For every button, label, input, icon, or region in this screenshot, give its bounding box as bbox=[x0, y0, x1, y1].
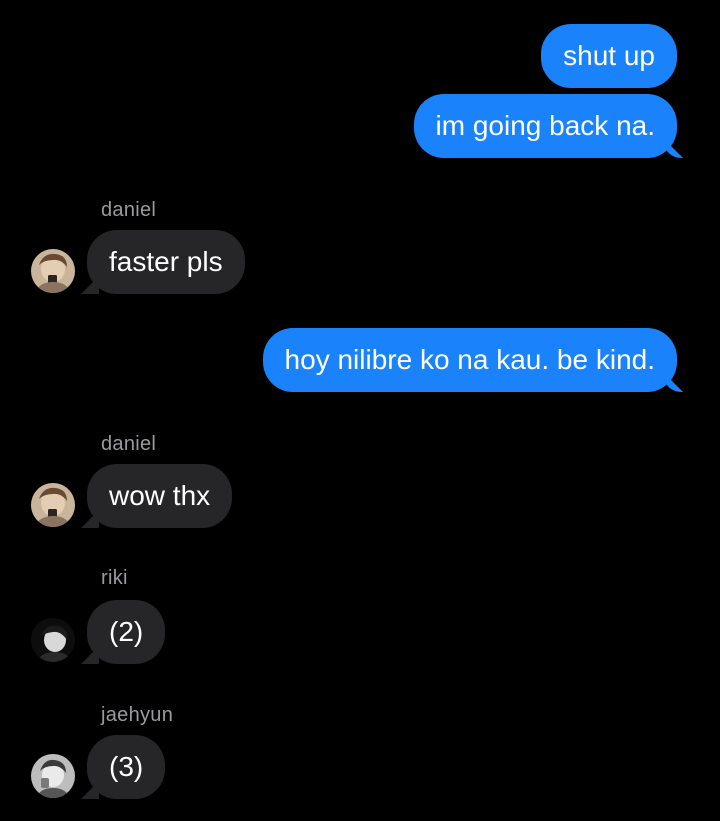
incoming-message-bubble[interactable]: faster pls bbox=[87, 230, 245, 294]
message-thread: shut up im going back na. daniel faster … bbox=[0, 0, 720, 821]
outgoing-message-bubble[interactable]: im going back na. bbox=[413, 94, 677, 158]
incoming-message-bubble[interactable]: wow thx bbox=[87, 464, 233, 528]
jaehyun-avatar[interactable] bbox=[31, 754, 75, 798]
riki-avatar[interactable] bbox=[31, 618, 75, 662]
outgoing-message-bubble[interactable]: hoy nilibre ko na kau. be kind. bbox=[262, 328, 677, 392]
daniel-avatar[interactable] bbox=[31, 249, 75, 293]
sender-name-label: daniel bbox=[101, 433, 157, 455]
daniel-avatar[interactable] bbox=[31, 483, 75, 527]
incoming-message-bubble[interactable]: (3) bbox=[87, 735, 166, 799]
sender-name-label: daniel bbox=[101, 199, 157, 221]
outgoing-message-bubble[interactable]: shut up bbox=[541, 24, 677, 88]
sender-name-label: jaehyun bbox=[101, 704, 174, 726]
incoming-message-bubble[interactable]: (2) bbox=[87, 600, 166, 664]
sender-name-label: riki bbox=[101, 567, 128, 589]
